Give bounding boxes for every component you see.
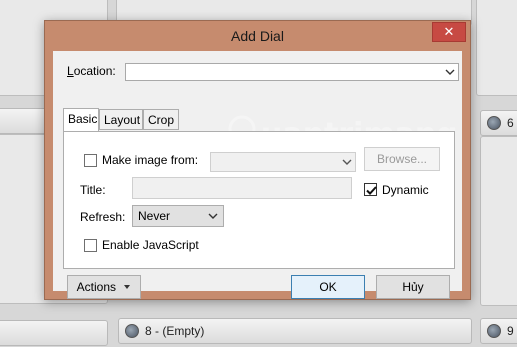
tab-crop[interactable]: Crop [143, 109, 179, 130]
make-image-checkbox[interactable] [84, 154, 97, 167]
globe-icon [125, 324, 139, 338]
location-label-rest: ocation: [73, 64, 116, 78]
make-image-source-select[interactable] [210, 152, 356, 172]
location-label-accel: L [67, 64, 74, 78]
tile-label: 9 [507, 324, 514, 338]
tab-basic[interactable]: Basic [63, 108, 99, 131]
dialog-titlebar[interactable]: Add Dial ✕ [45, 21, 470, 51]
basic-panel: Make image from: Browse... Title: Dynami… [63, 131, 455, 269]
dialog-client: Location: uantrimang Basic Layout Crop [53, 51, 462, 299]
chevron-down-icon [124, 285, 131, 289]
speed-dial-tile-8-bar[interactable]: 8 - (Empty) [118, 318, 472, 344]
add-dial-dialog: Add Dial ✕ Location: uantrimang Basic La… [44, 20, 471, 300]
actions-label: Actions [76, 280, 116, 294]
speed-dial-tile-6-bar[interactable]: 6 [480, 110, 517, 136]
refresh-value: Never [138, 209, 171, 223]
dynamic-checkbox[interactable] [364, 183, 377, 196]
tab-layout[interactable]: Layout [99, 109, 143, 130]
refresh-select[interactable]: Never [132, 205, 224, 227]
globe-icon [487, 116, 501, 130]
tab-crop-label: Crop [148, 113, 175, 127]
cancel-button[interactable]: Hủy [376, 275, 450, 299]
actions-button[interactable]: Actions [67, 275, 141, 299]
chevron-down-icon [208, 213, 218, 219]
make-image-label: Make image from: [102, 153, 199, 167]
enable-javascript-checkbox[interactable] [84, 239, 97, 252]
dialog-title: Add Dial [231, 28, 284, 44]
title-input[interactable] [132, 177, 352, 199]
speed-dial-tile-9-bar[interactable]: 9 [480, 318, 517, 344]
speed-dial-tile-right-mid [480, 136, 517, 306]
check-icon [366, 186, 377, 195]
tile-label: 6 [507, 116, 514, 130]
chevron-down-icon [445, 69, 455, 75]
enable-javascript-label: Enable JavaScript [102, 238, 199, 252]
location-combo[interactable] [125, 63, 459, 81]
ok-button[interactable]: OK [291, 275, 365, 299]
globe-icon [487, 324, 501, 338]
refresh-label: Refresh: [80, 210, 126, 224]
title-label: Title: [80, 183, 106, 197]
tab-basic-label: Basic [68, 112, 98, 126]
location-label: Location: [67, 64, 116, 78]
speed-dial-tile-left-bottom-bar[interactable] [0, 320, 108, 346]
browse-button[interactable]: Browse... [364, 147, 440, 171]
tab-layout-label: Layout [104, 113, 141, 127]
dynamic-label: Dynamic [382, 183, 429, 197]
close-icon: ✕ [443, 24, 455, 39]
tile-label: 8 - (Empty) [145, 324, 205, 338]
speed-dial-tile-right-top [476, 0, 517, 96]
close-button[interactable]: ✕ [432, 22, 466, 42]
chevron-down-icon [342, 159, 352, 165]
